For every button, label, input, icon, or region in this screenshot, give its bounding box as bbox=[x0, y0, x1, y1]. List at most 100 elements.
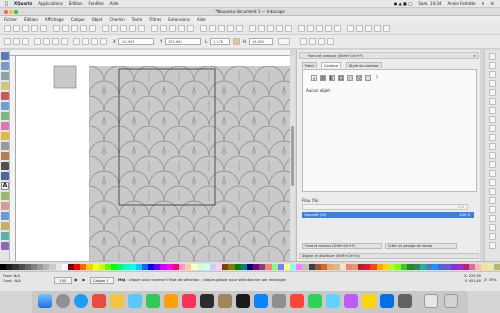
command-button[interactable] bbox=[62, 25, 69, 32]
safari-icon[interactable] bbox=[74, 294, 88, 308]
menu-edition[interactable]: Édition bbox=[24, 17, 38, 22]
scale-stroke-button[interactable] bbox=[300, 38, 307, 45]
command-button[interactable] bbox=[334, 25, 341, 32]
snap-button[interactable] bbox=[489, 134, 496, 141]
command-button[interactable] bbox=[227, 25, 234, 32]
snap-button[interactable] bbox=[489, 107, 496, 114]
snap-button[interactable] bbox=[489, 224, 496, 231]
tweak-tool-icon[interactable] bbox=[1, 72, 9, 80]
menu-fichier[interactable]: Fichier bbox=[4, 17, 17, 22]
select-all-button[interactable] bbox=[4, 38, 11, 45]
mesh-tool-icon[interactable] bbox=[1, 232, 9, 240]
linear-gradient-icon[interactable] bbox=[329, 75, 335, 81]
command-button[interactable] bbox=[374, 25, 381, 32]
photos-icon[interactable] bbox=[164, 294, 178, 308]
node-tool-icon[interactable] bbox=[1, 62, 9, 70]
mac-menu-aide[interactable]: Aide bbox=[110, 1, 119, 6]
zoom-level[interactable]: Z: 35% bbox=[484, 278, 496, 282]
app-gray-icon[interactable] bbox=[398, 294, 412, 308]
snap-button[interactable] bbox=[489, 188, 496, 195]
snap-button[interactable] bbox=[489, 89, 496, 96]
bucket-tool-icon[interactable] bbox=[1, 212, 9, 220]
canvas-vertical-scrollbar[interactable] bbox=[290, 56, 295, 261]
command-button[interactable] bbox=[151, 25, 158, 32]
snap-button[interactable] bbox=[489, 98, 496, 105]
command-button[interactable] bbox=[89, 25, 96, 32]
command-button[interactable] bbox=[187, 25, 194, 32]
selector-tool-icon[interactable] bbox=[1, 52, 9, 60]
move-gradients-button[interactable] bbox=[318, 38, 325, 45]
3dbox-tool-icon[interactable] bbox=[1, 112, 9, 120]
mac-menu-edition[interactable]: Édition bbox=[69, 1, 83, 6]
app-purple-icon[interactable] bbox=[344, 294, 358, 308]
music-icon[interactable] bbox=[182, 294, 196, 308]
snap-button[interactable] bbox=[489, 197, 496, 204]
apple-icon[interactable]:  bbox=[5, 1, 8, 7]
spray-tool-icon[interactable] bbox=[1, 192, 9, 200]
pencil-tool-icon[interactable] bbox=[1, 152, 9, 160]
move-patterns-button[interactable] bbox=[327, 38, 334, 45]
menu-list-icon[interactable]: ☰ bbox=[490, 1, 494, 6]
close-icon[interactable] bbox=[4, 10, 8, 14]
eraser-tool-icon[interactable] bbox=[1, 202, 9, 210]
layer-lock-icon[interactable]: ▪ bbox=[82, 277, 88, 284]
terminal-icon[interactable] bbox=[200, 294, 214, 308]
command-button[interactable] bbox=[285, 25, 292, 32]
palette-swatch[interactable] bbox=[493, 264, 500, 270]
command-button[interactable] bbox=[13, 25, 20, 32]
command-button[interactable] bbox=[258, 25, 265, 32]
mac-menu-fenetre[interactable]: Fenêtre bbox=[89, 1, 104, 6]
lower-button[interactable] bbox=[91, 38, 98, 45]
messages-icon[interactable] bbox=[146, 294, 160, 308]
flip-h-button[interactable] bbox=[52, 38, 59, 45]
mac-app-name[interactable]: XQuartz bbox=[14, 1, 32, 6]
align-panel-tab[interactable]: Aligner et distribuer (Shift+Ctrl+A) bbox=[299, 253, 479, 259]
select-all-layers-button[interactable] bbox=[13, 38, 20, 45]
text-tool-icon[interactable]: A bbox=[1, 182, 9, 190]
rotate-cw-button[interactable] bbox=[43, 38, 50, 45]
notes-icon[interactable] bbox=[110, 294, 124, 308]
opera-icon[interactable] bbox=[290, 294, 304, 308]
command-button[interactable] bbox=[71, 25, 78, 32]
downloads-icon[interactable] bbox=[424, 294, 438, 308]
star-tool-icon[interactable] bbox=[1, 132, 9, 140]
raise-top-button[interactable] bbox=[73, 38, 80, 45]
snap-button[interactable] bbox=[489, 71, 496, 78]
appstore-icon[interactable] bbox=[254, 294, 268, 308]
app-blue-icon[interactable] bbox=[380, 294, 394, 308]
swatch-icon[interactable] bbox=[365, 75, 371, 81]
tab-fond[interactable]: Fond bbox=[302, 62, 317, 68]
opacity-spin[interactable]: 100 bbox=[54, 277, 72, 284]
menu-texte[interactable]: Texte bbox=[132, 17, 143, 22]
snap-button[interactable] bbox=[489, 116, 496, 123]
spiral-tool-icon[interactable] bbox=[1, 142, 9, 150]
snap-button[interactable] bbox=[489, 152, 496, 159]
command-button[interactable] bbox=[236, 25, 243, 32]
panel-close-icon[interactable]: × bbox=[473, 53, 476, 59]
inkscape-icon[interactable] bbox=[236, 294, 250, 308]
command-button[interactable] bbox=[365, 25, 372, 32]
unset-paint-icon[interactable]: ? bbox=[374, 75, 380, 81]
command-button[interactable] bbox=[178, 25, 185, 32]
zoom-icon[interactable] bbox=[14, 10, 18, 14]
command-button[interactable] bbox=[22, 25, 29, 32]
blur-slider[interactable]: 0,0 bbox=[302, 204, 468, 210]
flat-color-icon[interactable] bbox=[320, 75, 326, 81]
rect-tool-icon[interactable] bbox=[1, 102, 9, 110]
unit-select[interactable] bbox=[278, 38, 290, 45]
command-button[interactable] bbox=[218, 25, 225, 32]
finder-icon[interactable] bbox=[38, 294, 52, 308]
zoom-tool-icon[interactable] bbox=[1, 82, 9, 90]
tab-style-contour[interactable]: Style du contour bbox=[346, 62, 382, 68]
command-button[interactable] bbox=[31, 25, 38, 32]
snap-button[interactable] bbox=[489, 80, 496, 87]
app-yellow-icon[interactable] bbox=[362, 294, 376, 308]
command-button[interactable] bbox=[160, 25, 167, 32]
rotate-ccw-button[interactable] bbox=[34, 38, 41, 45]
calendar-icon[interactable] bbox=[92, 294, 106, 308]
search-icon[interactable]: ⚲ bbox=[481, 1, 484, 6]
snap-button[interactable] bbox=[489, 233, 496, 240]
layer-visibility-icon[interactable]: ◉ bbox=[74, 277, 80, 284]
command-button[interactable] bbox=[325, 25, 332, 32]
mail-icon[interactable] bbox=[128, 294, 142, 308]
